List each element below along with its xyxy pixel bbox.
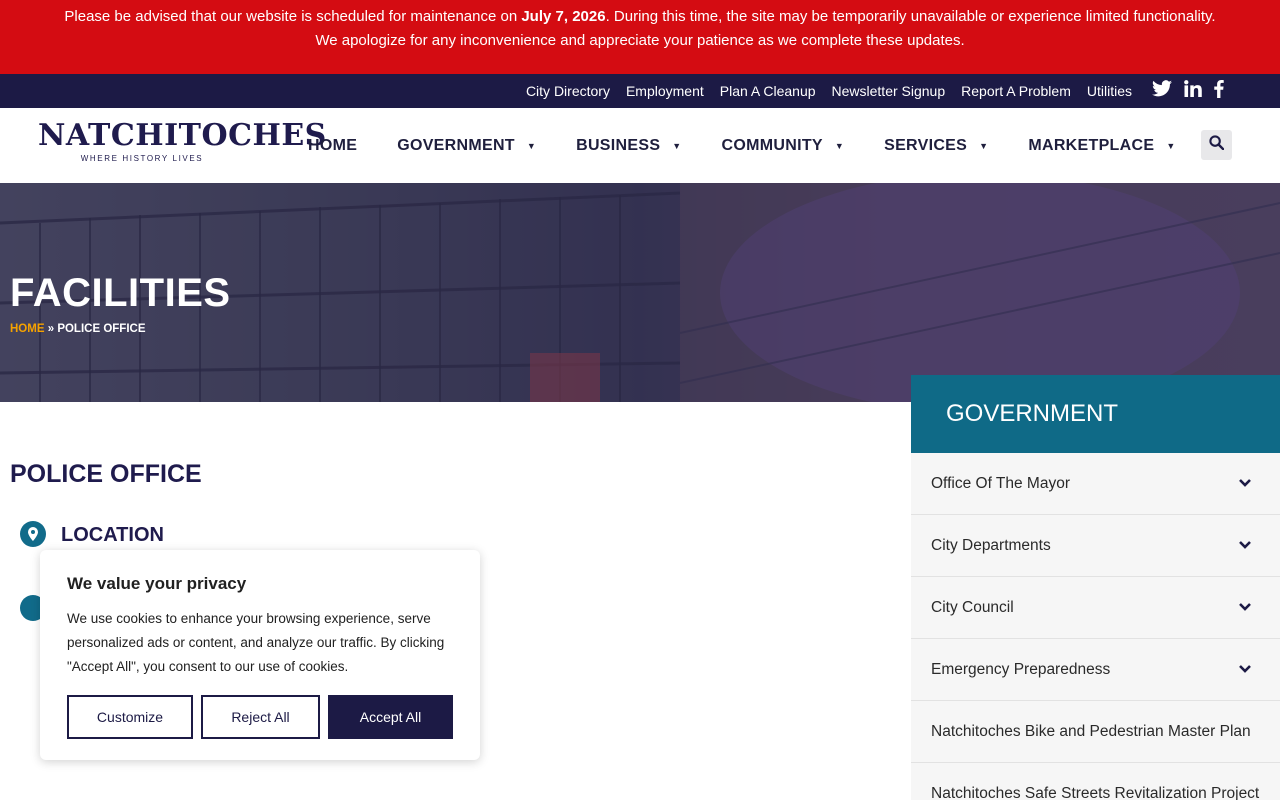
customize-button[interactable]: Customize [67,695,193,739]
breadcrumb-separator: » [47,323,55,335]
social-links [1152,74,1236,108]
nav-community[interactable]: COMMUNITY ▼ [722,137,845,155]
sidebar-item-emergency-preparedness[interactable]: Emergency Preparedness [911,639,1280,701]
cookie-title: We value your privacy [67,574,247,593]
caret-down-icon: ▼ [672,140,682,151]
logo-tagline: WHERE HISTORY LIVES [80,154,204,163]
sidebar-item-safe-streets-revitalization[interactable]: Natchitoches Safe Streets Revitalization… [911,763,1280,800]
sidebar-item-bike-pedestrian-master-plan[interactable]: Natchitoches Bike and Pedestrian Master … [911,701,1280,763]
nav-services-label: SERVICES [884,136,968,154]
sidebar-item-city-departments[interactable]: City Departments [911,515,1280,577]
utility-link-employment[interactable]: Employment [626,83,704,99]
breadcrumb: HOME » POLICE OFFICE [10,323,145,335]
reject-all-button[interactable]: Reject All [201,695,320,739]
sidebar-government: GOVERNMENT Office Of The Mayor City Depa… [911,375,1280,800]
maintenance-alert: Please be advised that our website is sc… [0,0,1280,74]
alert-line-2: We apologize for any inconvenience and a… [315,32,965,49]
sidebar-item-city-council[interactable]: City Council [911,577,1280,639]
nav-marketplace-label: MARKETPLACE [1028,136,1155,154]
utility-bar: City Directory Employment Plan A Cleanup… [0,74,1280,108]
alert-line-1: Please be advised that our website is sc… [0,5,1280,29]
site-header: NATCHITOCHES WHERE HISTORY LIVES HOME GO… [0,108,1280,183]
sidebar-item-label: City Council [931,598,1014,616]
chevron-down-icon[interactable] [1238,537,1252,555]
nav-home[interactable]: HOME [308,137,357,155]
hero-banner: FACILITIES HOME » POLICE OFFICE [0,183,1280,402]
utility-link-newsletter-signup[interactable]: Newsletter Signup [832,83,946,99]
sidebar-item-label: Natchitoches Safe Streets Revitalization… [931,784,1260,800]
twitter-icon[interactable] [1152,80,1172,102]
logo-wordmark: NATCHITOCHES [38,118,327,153]
alert-date: July 7, 2026 [521,8,606,25]
caret-down-icon: ▼ [979,140,989,151]
location-label: LOCATION [61,524,164,546]
sidebar-item-label: City Departments [931,536,1051,554]
utility-link-utilities[interactable]: Utilities [1087,83,1132,99]
location-pin-icon [20,521,46,547]
sidebar-item-label: Office Of The Mayor [931,474,1070,492]
sidebar-title: GOVERNMENT [911,375,1280,453]
page-title: FACILITIES [10,271,231,315]
search-button[interactable] [1201,130,1232,160]
caret-down-icon: ▼ [526,140,537,151]
nav-services[interactable]: SERVICES ▼ [884,137,988,155]
nav-home-label: HOME [308,136,358,154]
accept-all-button[interactable]: Accept All [328,695,453,739]
utility-links: City Directory Employment Plan A Cleanup… [510,74,1132,108]
site-logo[interactable]: NATCHITOCHES WHERE HISTORY LIVES [38,118,327,172]
alert-text-after: . During this time, the site may be temp… [605,8,1216,25]
sidebar-item-office-of-the-mayor[interactable]: Office Of The Mayor [911,453,1280,515]
nav-business-label: BUSINESS [576,136,661,154]
content-heading: POLICE OFFICE [10,460,202,488]
utility-link-city-directory[interactable]: City Directory [526,83,610,99]
breadcrumb-current: POLICE OFFICE [57,323,146,335]
nav-government-label: GOVERNMENT [397,136,515,154]
breadcrumb-home[interactable]: HOME [10,323,45,335]
cookie-consent-dialog: We value your privacy We use cookies to … [40,550,480,760]
linkedin-icon[interactable] [1184,80,1202,102]
sidebar-item-label: Natchitoches Bike and Pedestrian Master … [931,722,1251,740]
main-nav: HOME GOVERNMENT ▼ BUSINESS ▼ COMMUNITY ▼ SE… [308,108,1176,183]
caret-down-icon: ▼ [1166,140,1176,151]
chevron-down-icon[interactable] [1238,475,1252,493]
facebook-icon[interactable] [1214,79,1224,103]
nav-marketplace[interactable]: MARKETPLACE ▼ [1028,137,1175,155]
utility-link-report-a-problem[interactable]: Report A Problem [961,83,1071,99]
caret-down-icon: ▼ [834,140,845,151]
alert-text-before: Please be advised that our website is sc… [64,8,522,25]
search-icon [1209,135,1225,155]
nav-community-label: COMMUNITY [721,136,823,154]
cookie-description: We use cookies to enhance your browsing … [67,611,445,674]
nav-business[interactable]: BUSINESS ▼ [576,137,681,155]
utility-link-plan-a-cleanup[interactable]: Plan A Cleanup [720,83,816,99]
sidebar-item-label: Emergency Preparedness [931,660,1111,678]
chevron-down-icon[interactable] [1238,661,1252,679]
nav-government[interactable]: GOVERNMENT ▼ [397,137,536,155]
chevron-down-icon[interactable] [1238,599,1252,617]
